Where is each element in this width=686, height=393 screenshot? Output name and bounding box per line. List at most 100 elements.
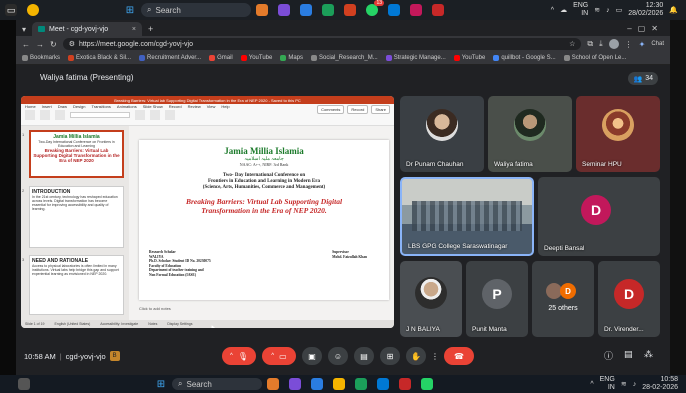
font-select[interactable] [70, 111, 130, 118]
wifi-icon[interactable]: ≋ [621, 380, 627, 388]
app-icon-8[interactable] [421, 378, 433, 390]
bookmark-item[interactable]: YouTube [240, 55, 272, 61]
gemini-icon[interactable]: ✦ [639, 40, 646, 49]
participant-tile-6[interactable]: J N BALIYA [400, 261, 462, 337]
ppt-menu-tab[interactable]: Slide Show [143, 104, 163, 109]
app-icon-1[interactable] [267, 378, 279, 390]
ppt-action-button[interactable]: Record [347, 105, 369, 114]
ppt-status-item[interactable]: Accessibility: Investigate [100, 322, 138, 326]
wifi-icon[interactable]: ≋ [594, 6, 600, 14]
arrange-icon[interactable] [150, 109, 160, 120]
app-icon-5[interactable] [344, 4, 356, 16]
captions-button[interactable]: ▤ [354, 347, 374, 365]
battery-icon[interactable]: ▭ [616, 6, 623, 14]
ppt-menu-tab[interactable]: View [207, 104, 216, 109]
language-indicator[interactable]: ENG IN [573, 2, 588, 18]
chrome-menu-icon[interactable]: ⋮ [625, 40, 633, 49]
participant-tile-4[interactable]: LBS GPG College Saraswatinagar [400, 177, 534, 256]
app-icon-1[interactable] [256, 4, 268, 16]
app-icon-2[interactable] [289, 378, 301, 390]
weather-icon[interactable] [18, 378, 30, 390]
emoji-button[interactable]: ☺ [328, 347, 348, 365]
present-button[interactable]: ▣ [302, 347, 322, 365]
current-slide[interactable]: Jamia Millia Islamia جامعہ ملیہ اسلامیہ … [139, 140, 389, 300]
ppt-menu-tab[interactable]: Animations [117, 104, 137, 109]
volume-icon[interactable]: ♪ [633, 381, 637, 388]
bookmark-item[interactable]: Bookmarks [22, 55, 60, 61]
shapes-icon[interactable] [135, 109, 145, 120]
ppt-status-item[interactable]: Display Settings [167, 322, 192, 326]
slide-thumbnail-3[interactable]: NEED AND RATIONALE Access to physical la… [29, 255, 124, 315]
ppt-menu-tab[interactable]: Insert [42, 104, 52, 109]
designer-icon[interactable] [165, 109, 175, 120]
system-clock[interactable]: 10:58 28-02-2026 [642, 376, 678, 392]
slide-thumbnail-1[interactable]: Jamia Millia Islamia Two-Day Internation… [29, 130, 124, 178]
participant-tile-3[interactable]: Seminar HPU [576, 96, 660, 172]
slide-thumbnail-2[interactable]: INTRODUCTION In the 21st century, techno… [29, 186, 124, 248]
bookmark-item[interactable]: Social_Research_M... [311, 55, 378, 61]
participants-count[interactable]: 👥 34 [628, 72, 658, 85]
more-menu-button[interactable]: ⋮ [430, 347, 440, 365]
site-info-icon[interactable]: ⚙ [69, 40, 75, 48]
bookmark-item[interactable]: School of Open Le... [563, 55, 626, 61]
app-icon-4[interactable] [333, 378, 345, 390]
new-tab-button[interactable]: + [142, 24, 159, 36]
windows-start-icon[interactable]: ⊞ [155, 378, 167, 390]
profile-avatar[interactable] [608, 39, 619, 49]
ppt-menu-tab[interactable]: Transitions [91, 104, 110, 109]
tab-meet[interactable]: Meet - cgd-yovj-vjo × [32, 22, 143, 36]
back-icon[interactable]: ← [22, 40, 30, 49]
participant-tile-2[interactable]: Waliya fatima [488, 96, 572, 172]
chevron-up-icon[interactable]: ^ [590, 381, 593, 388]
ppt-menu-tab[interactable]: Review [188, 104, 201, 109]
reload-icon[interactable]: ↻ [50, 40, 57, 49]
close-tab-icon[interactable]: × [132, 26, 136, 33]
leave-call-button[interactable]: ☎ [444, 347, 474, 365]
layout-icon[interactable] [55, 109, 65, 120]
more-options-button[interactable]: ⊞ [380, 347, 400, 365]
app-icon-7[interactable] [410, 4, 422, 16]
bookmark-item[interactable]: Recruitment Adver... [139, 55, 201, 61]
ppt-menu-tab[interactable]: Help [221, 104, 229, 109]
whatsapp-icon[interactable]: 13 [366, 0, 384, 16]
volume-icon[interactable]: ♪ [606, 7, 610, 14]
windows-start-icon[interactable]: ⊞ [124, 4, 136, 16]
app-icon-4[interactable] [322, 4, 334, 16]
bookmark-item[interactable]: Strategic Manage... [385, 55, 446, 61]
app-icon-8[interactable] [432, 4, 444, 16]
app-icon-7[interactable] [399, 378, 411, 390]
mic-toggle-button[interactable]: ^ 🎙 [222, 347, 256, 365]
paste-icon[interactable] [25, 109, 35, 120]
chrome-icon[interactable] [27, 4, 39, 16]
star-icon[interactable]: ☆ [569, 40, 575, 48]
app-icon-5[interactable] [355, 378, 367, 390]
chevron-up-icon[interactable]: ^ [551, 7, 554, 14]
ppt-action-button[interactable]: Comments [317, 105, 345, 114]
chat-icon[interactable]: ▤ [624, 349, 633, 360]
participant-tile-7[interactable]: P Punit Manta [466, 261, 528, 337]
address-bar[interactable]: ⚙ https://meet.google.com/cgd-yovj-vjo ☆ [62, 38, 582, 50]
ppt-action-button[interactable]: Share [371, 105, 390, 114]
tab-search-icon[interactable]: ▾ [16, 25, 32, 36]
meeting-details-icon[interactable]: ⓘ [604, 349, 613, 362]
app-icon-6[interactable] [377, 378, 389, 390]
participant-tile-9[interactable]: D Dr. Virender... [598, 261, 660, 337]
taskbar-search[interactable]: ⌕ Search [172, 378, 262, 390]
participant-tile-1[interactable]: Dr Punam Chauhan [400, 96, 484, 172]
app-icon-3[interactable] [311, 378, 323, 390]
notes-placeholder[interactable]: Click to add notes [139, 306, 171, 311]
participant-tile-others[interactable]: D 25 others [532, 261, 594, 337]
language-indicator[interactable]: ENG IN [600, 376, 615, 392]
participant-tile-5[interactable]: D Deepti Bansal [538, 177, 660, 256]
bookmark-item[interactable]: quillbot - Google S... [493, 55, 556, 61]
bookmark-item[interactable]: Maps [280, 55, 303, 61]
app-icon-3[interactable] [300, 4, 312, 16]
explorer-icon[interactable]: ▭ [5, 4, 17, 16]
raise-hand-button[interactable]: ✋ [406, 347, 426, 365]
forward-icon[interactable]: → [36, 40, 44, 49]
notification-bell-icon[interactable]: 🔔 [669, 6, 678, 14]
extensions-icon[interactable]: ⧉ [587, 39, 593, 49]
bookmark-item[interactable]: Gmail [209, 55, 233, 61]
cloud-icon[interactable]: ☁ [560, 6, 567, 14]
captions-badge-icon[interactable]: B [109, 351, 120, 361]
